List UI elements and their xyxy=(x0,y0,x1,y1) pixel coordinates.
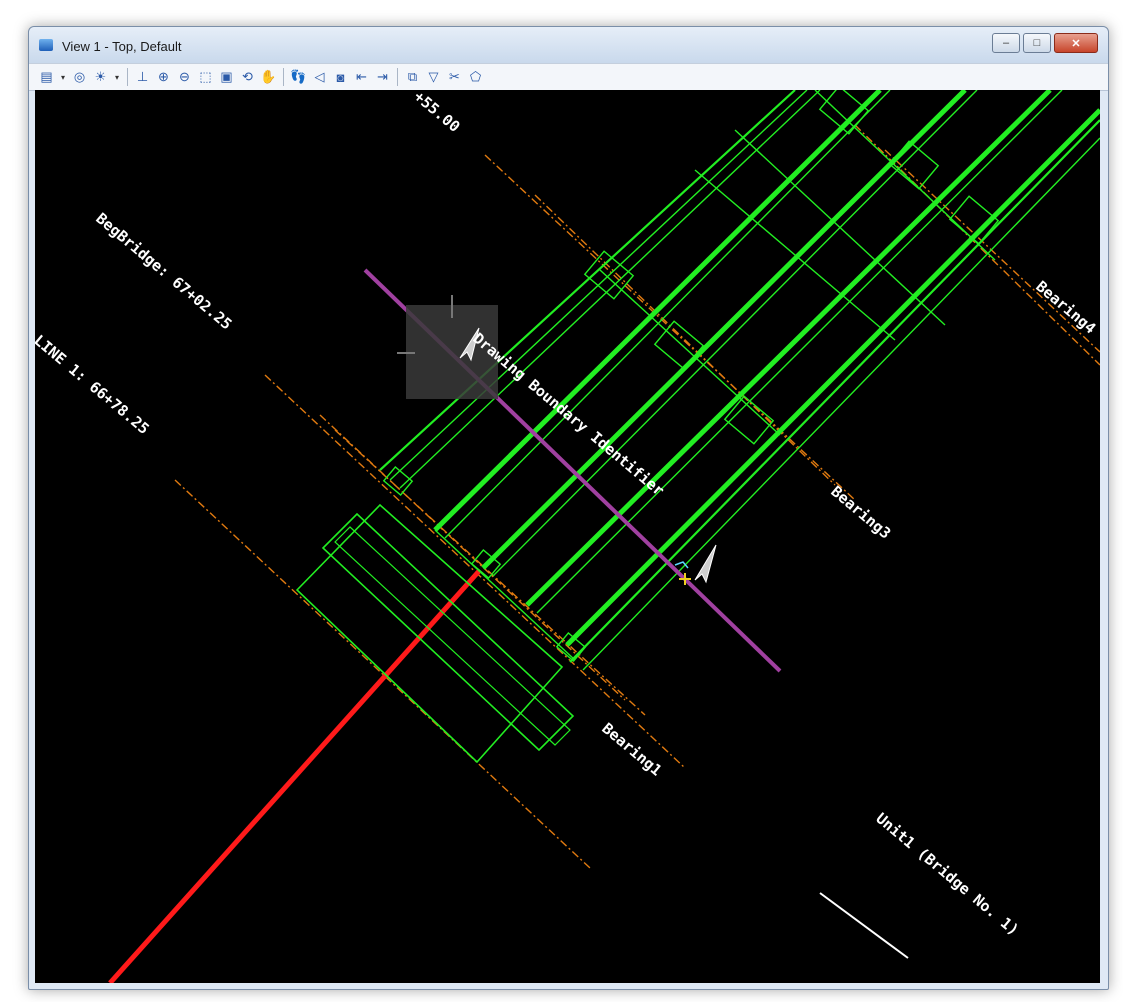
view-icon xyxy=(39,39,53,51)
display-style-icon[interactable]: ◎ xyxy=(70,68,89,87)
zoom-in-icon[interactable]: ⊕ xyxy=(154,68,173,87)
clip-mask-icon[interactable]: ✂ xyxy=(445,68,464,87)
lighting-icon[interactable]: ☀ xyxy=(91,68,110,87)
minimize-button[interactable]: – xyxy=(992,33,1020,53)
canvas-background xyxy=(35,90,1100,983)
drawing-canvas[interactable]: +55.00 BegBridge: 67+02.25 LINE 1: 66+78… xyxy=(35,90,1100,983)
camera-icon[interactable]: ◙ xyxy=(331,68,350,87)
copy-view-icon[interactable]: ⧉ xyxy=(403,68,422,87)
clip-volume-icon[interactable]: ▽ xyxy=(424,68,443,87)
update-view-icon[interactable]: ⊥ xyxy=(133,68,152,87)
rotate-view-icon[interactable]: ⟲ xyxy=(238,68,257,87)
toolbar-separator xyxy=(283,68,284,86)
title-bar[interactable]: View 1 - Top, Default – □ ✕ xyxy=(29,27,1108,63)
drawing-viewport[interactable]: +55.00 BegBridge: 67+02.25 LINE 1: 66+78… xyxy=(35,90,1100,983)
next-view-icon[interactable]: ⇥ xyxy=(373,68,392,87)
dropdown-arrow-icon[interactable]: ▾ xyxy=(58,68,68,87)
window-controls: – □ ✕ xyxy=(992,33,1098,53)
close-button[interactable]: ✕ xyxy=(1054,33,1098,53)
maximize-button[interactable]: □ xyxy=(1023,33,1051,53)
walk-icon[interactable]: 👣 xyxy=(289,68,308,87)
zoom-out-icon[interactable]: ⊖ xyxy=(175,68,194,87)
view-toolbar: ▤ ▾ ◎ ☀ ▾ ⊥ ⊕ ⊖ ⬚ ▣ ⟲ ✋ 👣 ◁ ◙ ⇤ ⇥ ⧉ ▽ ✂ ⬠ xyxy=(29,63,1108,91)
window-title: View 1 - Top, Default xyxy=(62,39,182,54)
window-area-icon[interactable]: ⬚ xyxy=(196,68,215,87)
view-attributes-icon[interactable]: ▤ xyxy=(37,68,56,87)
previous-view-icon[interactable]: ⇤ xyxy=(352,68,371,87)
view-previous-icon[interactable]: ◁ xyxy=(310,68,329,87)
dropdown-arrow-icon[interactable]: ▾ xyxy=(112,68,122,87)
fit-view-icon[interactable]: ▣ xyxy=(217,68,236,87)
pan-view-icon[interactable]: ✋ xyxy=(259,68,278,87)
view-window: View 1 - Top, Default – □ ✕ ▤ ▾ ◎ ☀ ▾ ⊥ ⊕ ⊖ ⬚ ▣ ⟲ ✋… xyxy=(28,26,1109,990)
toolbar-separator xyxy=(127,68,128,86)
toolbar-separator xyxy=(397,68,398,86)
clip-fence-icon[interactable]: ⬠ xyxy=(466,68,485,87)
